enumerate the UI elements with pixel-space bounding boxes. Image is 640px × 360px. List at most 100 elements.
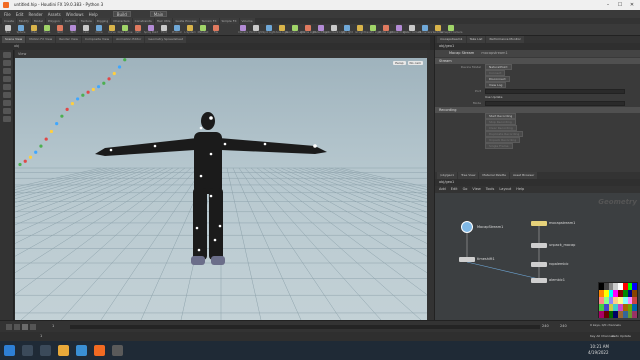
tab-mocapstream1[interactable]: mocapstream1	[437, 36, 466, 43]
menu-edit[interactable]: Edit	[451, 186, 458, 193]
mocap-stream-node[interactable]	[461, 221, 473, 233]
menu-edit[interactable]: Edit	[16, 12, 24, 17]
menu-help[interactable]: Help	[516, 186, 524, 193]
shelf-tool[interactable]: Spray Paint	[144, 24, 158, 35]
main-select[interactable]: Main	[149, 11, 168, 17]
use-update-checkbox[interactable]: Use Update	[485, 95, 502, 99]
persp-button[interactable]: Persp	[393, 61, 406, 65]
tab-composite-view[interactable]: Composite View	[81, 36, 113, 43]
clock-time: 10:21 AM	[590, 344, 609, 349]
param-path[interactable]: obj/geo1	[435, 43, 640, 50]
breadcrumb[interactable]: obj	[0, 43, 430, 50]
scale-tool-icon[interactable]	[3, 76, 11, 82]
shelf-tool[interactable]: Stereo Camera	[403, 24, 421, 35]
houdini-icon[interactable]	[94, 345, 105, 356]
menu-windows[interactable]: Windows	[66, 12, 84, 17]
app-icon[interactable]	[112, 345, 123, 356]
shelf-tool[interactable]: Grid	[54, 24, 66, 35]
shelf-tool[interactable]: L-System	[184, 24, 196, 35]
scene-viewport[interactable]: Persp No cam	[15, 58, 427, 320]
menu-view[interactable]: View	[472, 186, 480, 193]
start-frame-field[interactable]: 1	[40, 334, 42, 338]
node-selected[interactable]	[531, 221, 547, 226]
menu-tools[interactable]: Tools	[486, 186, 495, 193]
menu-layout[interactable]: Layout	[499, 186, 511, 193]
tab-motion-fx-view[interactable]: Motion FX View	[26, 36, 56, 43]
viewport-canvas[interactable]	[15, 58, 427, 320]
mode-field[interactable]	[485, 100, 625, 106]
shelf-tool[interactable]: Camera	[237, 24, 249, 35]
cam-menu-button[interactable]: No cam	[407, 61, 423, 65]
shelf-tool[interactable]: Null	[67, 24, 79, 35]
tab-scene-view[interactable]: Scene View	[2, 36, 26, 43]
handle-tool-icon[interactable]	[3, 84, 11, 90]
close-icon[interactable]: ✕	[626, 0, 638, 10]
menu-file[interactable]: File	[4, 12, 11, 17]
snap-icon[interactable]	[3, 108, 11, 114]
port-field[interactable]	[485, 88, 625, 94]
node-name-field[interactable]: mocapstream1	[481, 51, 507, 55]
tab-animation-editor[interactable]: Animation Editor	[113, 36, 145, 43]
shelf-tool[interactable]: Environment Light	[323, 24, 346, 35]
shelf-tool[interactable]: Draw Curve	[118, 24, 132, 35]
pose-tool-icon[interactable]	[3, 92, 11, 98]
shelf-tool[interactable]: Tube	[28, 24, 40, 35]
menu-add[interactable]: Add	[439, 186, 446, 193]
menu-go[interactable]: Go	[463, 186, 468, 193]
start-icon[interactable]	[4, 345, 15, 356]
shelf-tool[interactable]: Circle	[93, 24, 105, 35]
rop-node[interactable]	[531, 262, 547, 267]
single-frame-button[interactable]: Single Frame	[485, 143, 513, 149]
end-frame-field-2[interactable]: 240	[560, 324, 567, 328]
view-tool-icon[interactable]	[3, 100, 11, 106]
maximize-icon[interactable]: ☐	[614, 0, 626, 10]
shelf-tool[interactable]: VR Camera	[418, 24, 432, 35]
view-log-button[interactable]: View Log	[485, 82, 507, 88]
edge-icon[interactable]	[76, 345, 87, 356]
shelf-tool[interactable]: Line	[80, 24, 92, 35]
file-explorer-icon[interactable]	[58, 345, 69, 356]
shelf-tool[interactable]: Curve	[106, 24, 118, 35]
color-palette[interactable]	[598, 282, 638, 318]
tab-performance-monitor[interactable]: Performance Monitor	[486, 36, 524, 43]
shelf-tool[interactable]: Sphere	[15, 24, 27, 35]
auto-update-label[interactable]: Auto Update	[612, 334, 631, 338]
menu-help[interactable]: Help	[89, 12, 98, 17]
tab-network[interactable]: /obj/geo1	[437, 172, 458, 179]
shelf-tool[interactable]: Caustic Light	[365, 24, 381, 35]
character-figure[interactable]	[95, 112, 327, 265]
shelf-tool[interactable]: Platonic	[171, 24, 183, 35]
desktop-select[interactable]: Build	[112, 11, 131, 17]
tab-take-list[interactable]: Take List	[466, 36, 486, 43]
select-tool-icon[interactable]	[3, 52, 11, 58]
task-view-icon[interactable]	[40, 345, 51, 356]
shelf-tool[interactable]: Point Light	[249, 24, 263, 35]
display-icon[interactable]	[3, 116, 11, 122]
shelf-tool[interactable]: File	[210, 24, 222, 35]
search-icon[interactable]	[22, 345, 33, 356]
shelf-tool[interactable]: Box	[2, 24, 14, 35]
menu-render[interactable]: Render	[28, 12, 42, 17]
tab-geometry-spreadsheet[interactable]: Geometry Spreadsheet	[145, 36, 187, 43]
timeshift-node[interactable]	[459, 257, 475, 262]
move-tool-icon[interactable]	[3, 60, 11, 66]
alembic-node[interactable]	[531, 278, 547, 283]
tab-tree-view[interactable]: Tree View	[458, 172, 479, 179]
menu-assets[interactable]: Assets	[48, 12, 61, 17]
shelf-tool[interactable]: Gamepad Camera	[440, 24, 462, 35]
shelf-tool[interactable]: Torus	[41, 24, 53, 35]
shelf-tool[interactable]: Metaball	[197, 24, 209, 35]
shelf-tool[interactable]: Path	[132, 24, 144, 35]
shelf-tool[interactable]: Font	[158, 24, 170, 35]
tab-material-palette[interactable]: Material Palette	[479, 172, 509, 179]
shelf-tool[interactable]: Sky Light	[341, 24, 353, 35]
minimize-icon[interactable]: –	[602, 0, 614, 10]
end-frame-field[interactable]: 240	[542, 324, 549, 328]
unpack-node[interactable]	[531, 243, 547, 248]
tab-render-view[interactable]: Render View	[56, 36, 81, 43]
rotate-tool-icon[interactable]	[3, 68, 11, 74]
shelf-tool[interactable]: Spot Light	[263, 24, 275, 35]
tab-asset-browser[interactable]: Asset Browser	[509, 172, 538, 179]
current-frame-field[interactable]: 1	[52, 324, 54, 328]
network-path[interactable]: obj/geo1	[435, 179, 640, 186]
